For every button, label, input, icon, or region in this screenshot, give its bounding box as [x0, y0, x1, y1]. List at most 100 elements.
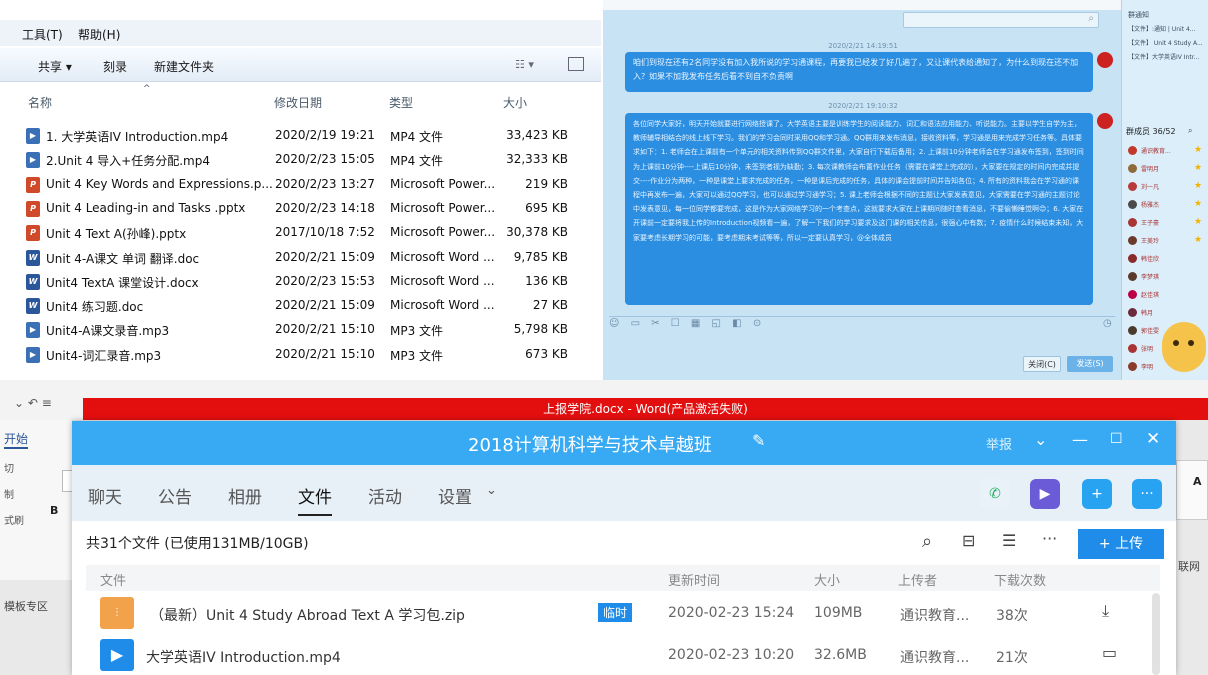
tab-album[interactable]: 相册 [228, 483, 262, 508]
group-file-row[interactable]: ▶ 大学英语IV Introduction.mp4 2020-02-23 10:20… [72, 637, 1176, 673]
member-item[interactable]: 杨雅杰 ★ [1128, 199, 1208, 212]
scrollbar[interactable] [1152, 593, 1160, 675]
file-row[interactable]: P Unit 4 Key Words and Expressions.p... 20… [0, 173, 601, 197]
notice-item[interactable]: 【文件】 Unit 4 Study A... [1128, 38, 1203, 47]
file-row[interactable]: W Unit4 TextA 课堂设计.docx 2020/2/23 15:53 Mic… [0, 270, 601, 294]
chat-search-box[interactable]: ⌕ [903, 12, 1099, 28]
file-size: 32,333 KB [506, 152, 568, 167]
member-count: 群成员 36/52 [1126, 127, 1176, 136]
powerpoint-file-icon: P [26, 176, 40, 193]
member-item[interactable]: 王子豪 ★ [1128, 217, 1208, 230]
col-size[interactable]: 大小 [814, 570, 840, 589]
more-apps-icon[interactable]: ··· [1132, 479, 1162, 509]
more-icon[interactable]: ··· [1042, 529, 1057, 548]
member-item[interactable]: 李梦琪 [1128, 272, 1208, 284]
column-type[interactable]: 类型 [389, 94, 413, 111]
file-row[interactable]: W Unit 4-A课文 单词 翻译.doc 2020/2/21 15:09 Micr… [0, 246, 601, 270]
bold-icon[interactable]: B [50, 504, 58, 517]
download-icon[interactable]: ⤓ [1102, 601, 1109, 621]
close-chat-button[interactable]: 关闭(C) [1023, 356, 1061, 372]
file-size: 30,378 KB [506, 225, 568, 240]
member-search-icon[interactable]: ⌕ [1188, 126, 1192, 136]
open-folder-icon[interactable]: ▭ [1102, 643, 1117, 662]
file-row[interactable]: W Unit4 练习题.doc 2020/2/21 15:09 Microsoft W… [0, 294, 601, 318]
file-size: 136 KB [525, 273, 568, 288]
search-icon[interactable]: ⌕ [922, 531, 932, 552]
report-link[interactable]: 举报 [986, 434, 1012, 453]
file-row[interactable]: ▶ Unit4-词汇录音.mp3 2020/2/21 15:10 MP3 文件 673 … [0, 343, 601, 367]
send-button[interactable]: 发送(S) [1067, 356, 1113, 372]
member-item[interactable]: 雷明月 ★ [1128, 163, 1208, 176]
settings-chevron-icon[interactable]: ⌄ [486, 483, 497, 498]
format-painter-label[interactable]: 式刷 [4, 512, 24, 527]
member-item[interactable]: 通识教育... ★ [1128, 145, 1208, 158]
list-view-icon[interactable]: ☰ [1002, 531, 1016, 550]
tab-announcement[interactable]: 公告 [158, 483, 192, 508]
member-item[interactable]: 韩佳欣 [1128, 254, 1208, 266]
burn-button[interactable]: 刻录 [103, 58, 127, 75]
col-file[interactable]: 文件 [100, 570, 126, 589]
screen-share-icon[interactable]: + [1082, 479, 1112, 509]
col-updated[interactable]: 更新时间 [668, 570, 720, 589]
member-name: 王子豪 [1141, 220, 1160, 227]
minimize-icon[interactable]: — [1072, 430, 1088, 449]
member-item[interactable]: 王美玲 ★ [1128, 235, 1208, 248]
column-modified[interactable]: 修改日期 [274, 94, 322, 111]
word-file-icon: W [26, 249, 40, 266]
undo-icon[interactable]: ⌄ ↶ ≡ [14, 396, 52, 410]
member-avatar [1128, 344, 1137, 353]
video-call-icon[interactable]: ▶ [1030, 479, 1060, 509]
group-file-uploader: 通识教育... [900, 650, 970, 666]
member-item[interactable]: 韩月 [1128, 308, 1208, 320]
column-size[interactable]: 大小 [503, 94, 527, 111]
maximize-icon[interactable]: ☐ [1110, 431, 1123, 447]
share-button[interactable]: 共享 ▾ [38, 58, 72, 75]
chevron-down-icon[interactable]: ⌄ [1034, 430, 1047, 449]
notice-item[interactable]: 【文件】:通知 | Unit 4... [1128, 24, 1196, 33]
col-uploader[interactable]: 上传者 [898, 570, 937, 589]
inbox-icon[interactable]: ⊟ [962, 531, 975, 550]
file-name: Unit 4 Leading-in and Tasks .pptx [46, 200, 246, 215]
upload-button[interactable]: + 上传 [1078, 529, 1164, 559]
sort-arrow-icon: ^ [143, 84, 151, 94]
cut-label[interactable]: 切 [4, 460, 14, 475]
close-icon[interactable]: ✕ [1146, 429, 1160, 449]
member-name: 赵佳琪 [1141, 292, 1160, 299]
edit-icon[interactable]: ✎ [752, 431, 765, 450]
file-row[interactable]: P Unit 4 Leading-in and Tasks .pptx 2020/2… [0, 197, 601, 221]
menu-tools[interactable]: 工具(T) [22, 26, 63, 43]
group-file-row[interactable]: ⋮ （最新）Unit 4 Study Abroad Text A 学习包.zip 临… [72, 595, 1176, 631]
file-row[interactable]: ▶ Unit4-A课文录音.mp3 2020/2/21 15:10 MP3 文件 5,7… [0, 318, 601, 342]
style-gallery[interactable]: A [1176, 460, 1208, 520]
preview-pane-icon[interactable] [568, 57, 584, 71]
star-icon: ★ [1194, 199, 1203, 209]
tab-settings[interactable]: 设置 [438, 483, 472, 508]
group-file-size: 32.6MB [814, 647, 867, 663]
tab-activities[interactable]: 活动 [368, 483, 402, 508]
col-downloads[interactable]: 下载次数 [994, 570, 1046, 589]
column-name[interactable]: 名称 [28, 94, 52, 111]
view-options-icon[interactable]: ☷ ▾ [515, 58, 534, 71]
member-avatar [1128, 236, 1137, 245]
tab-chat[interactable]: 聊天 [88, 483, 122, 508]
phone-icon[interactable]: ✆ [980, 479, 1010, 509]
member-item[interactable]: 刘一凡 ★ [1128, 181, 1208, 194]
zip-file-icon: ⋮ [100, 597, 134, 629]
tab-files[interactable]: 文件 [298, 483, 332, 516]
member-item[interactable]: 赵佳琪 [1128, 290, 1208, 302]
file-name: 1. 大学英语IV Introduction.mp4 [46, 130, 229, 144]
file-row[interactable]: P Unit 4 Text A(孙峰).pptx 2017/10/18 7:52 Mi… [0, 221, 601, 245]
copy-label[interactable]: 制 [4, 486, 14, 501]
ribbon-tab-home[interactable]: 开始 [4, 430, 29, 449]
chat-input-toolbar-icons[interactable]: ☺ ▭ ✂ ☐ ▦ ◱ ◧ ⊙ [609, 318, 765, 329]
template-area-label[interactable]: 模板专区 [4, 598, 48, 614]
new-folder-button[interactable]: 新建文件夹 [154, 58, 214, 75]
notice-item[interactable]: 【文件】大学英语IV Intr... [1128, 52, 1199, 61]
history-icon[interactable]: ◷ [1103, 318, 1112, 329]
file-row[interactable]: ▶ 1. 大学英语IV Introduction.mp4 2020/2/19 19:… [0, 124, 601, 148]
menu-help[interactable]: 帮助(H) [78, 26, 120, 43]
member-name: 李梦琪 [1141, 274, 1160, 281]
powerpoint-file-icon: P [26, 225, 40, 242]
file-row[interactable]: ▶ 2.Unit 4 导入+任务分配.mp4 2020/2/23 15:05 MP4 … [0, 148, 601, 172]
file-name: Unit 4-A课文 单词 翻译.doc [46, 251, 200, 266]
